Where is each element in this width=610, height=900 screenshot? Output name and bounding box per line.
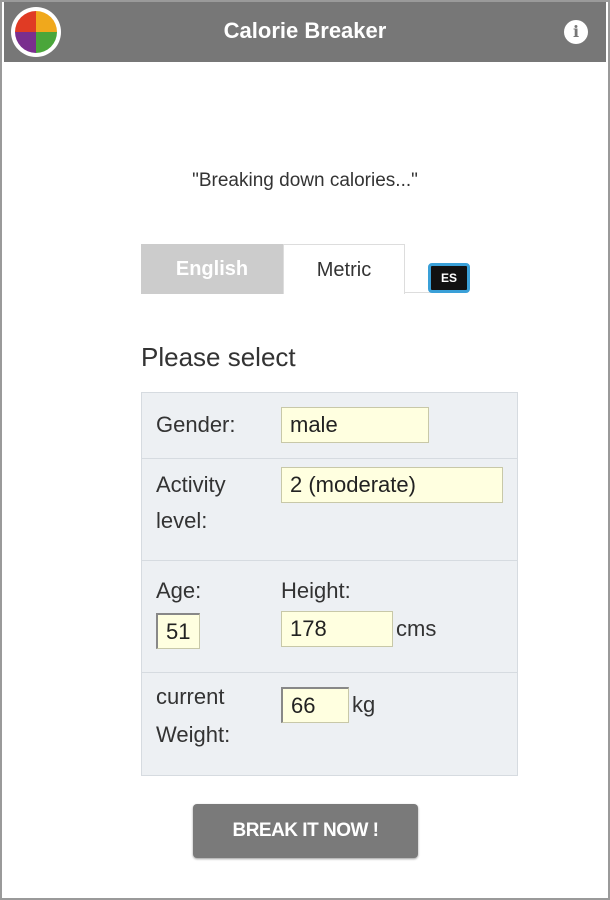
weight-label-line2: Weight: [156,722,231,747]
age-height-row: Age: 51 Height: 178 cms [142,561,517,673]
activity-label-line2: level: [156,508,208,533]
gender-row: Gender: male [142,393,517,459]
info-icon[interactable]: i [564,20,588,44]
height-label: Height: [281,578,351,603]
gender-select[interactable]: male [281,407,429,443]
activity-label-line1: Activity [156,472,226,497]
weight-input[interactable]: 66 [281,687,349,723]
height-unit: cms [396,616,437,641]
break-it-now-button[interactable]: BREAK IT NOW ! [193,804,418,858]
form-title: Please select [141,342,296,372]
calorie-form: Gender: male Activity level: 2 (moderate… [141,392,518,776]
tab-metric[interactable]: Metric [283,244,405,294]
age-input[interactable]: 51 [156,613,200,649]
weight-label-line1: current [156,684,225,709]
weight-row: current Weight: 66 kg [142,673,517,777]
gender-label: Gender: [156,412,236,437]
age-label: Age: [156,578,202,603]
tagline: "Breaking down calories..." [192,170,418,191]
height-input[interactable]: 178 [281,611,393,647]
app-header: Calorie Breaker i [4,2,606,62]
app-title: Calorie Breaker [223,18,387,43]
weight-unit: kg [352,692,376,717]
language-es-button[interactable]: ES [428,263,470,293]
activity-level-select[interactable]: 2 (moderate) [281,467,503,503]
tab-english[interactable]: English [141,244,283,294]
activity-row: Activity level: 2 (moderate) [142,459,517,561]
